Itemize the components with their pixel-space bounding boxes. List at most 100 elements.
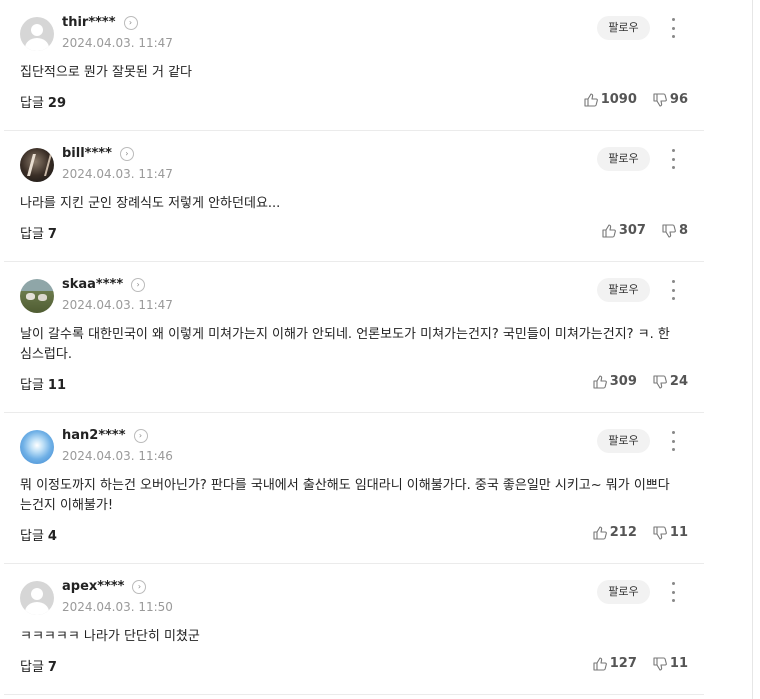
reply-button[interactable]: 답글 29 [20, 92, 66, 111]
chevron-right-icon[interactable]: › [119, 146, 134, 161]
comment-footer: 답글 4 212 11 [20, 523, 688, 545]
more-options-icon[interactable] [670, 18, 676, 38]
reply-count: 4 [47, 529, 57, 544]
username[interactable]: thir**** [62, 15, 116, 30]
dislike-button[interactable]: 24 [653, 374, 688, 389]
timestamp: 2024.04.03. 11:46 [62, 449, 173, 463]
comment-item: bill**** › 2024.04.03. 11:47 팔로우 나라를 지킨 … [4, 131, 704, 262]
chevron-right-icon[interactable]: › [131, 277, 146, 292]
follow-button[interactable]: 팔로우 [597, 16, 650, 40]
follow-button[interactable]: 팔로우 [597, 429, 650, 453]
thumbs-down-icon [653, 92, 667, 107]
vote-group: 127 11 [593, 656, 688, 671]
timestamp: 2024.04.03. 11:47 [62, 167, 173, 181]
dislike-button[interactable]: 8 [662, 223, 688, 238]
reply-label: 답글 [20, 378, 44, 393]
name-row: bill**** › [62, 146, 134, 161]
thumbs-down-icon [662, 223, 676, 238]
comment-text: 날이 갈수록 대한민국이 왜 이렇게 미쳐가는지 이해가 안되네. 언론보도가 … [20, 327, 670, 362]
vote-group: 309 24 [593, 374, 688, 389]
comment-footer: 답글 7 307 8 [20, 221, 688, 243]
thumbs-up-icon [602, 223, 616, 238]
username[interactable]: bill**** [62, 146, 112, 161]
like-button[interactable]: 1090 [584, 92, 637, 107]
dislike-count: 11 [669, 656, 688, 671]
dislike-button[interactable]: 96 [653, 92, 688, 107]
vote-group: 212 11 [593, 525, 688, 540]
name-row: thir**** › [62, 15, 138, 30]
dislike-button[interactable]: 11 [653, 525, 688, 540]
reply-button[interactable]: 답글 4 [20, 525, 57, 544]
right-divider [752, 0, 753, 699]
comment-item: thir**** › 2024.04.03. 11:47 팔로우 집단적으로 뭔… [4, 0, 704, 131]
avatar[interactable] [20, 581, 54, 615]
reply-count: 29 [47, 96, 67, 111]
vote-group: 1090 96 [584, 92, 688, 107]
name-row: skaa**** › [62, 277, 146, 292]
comment-item: skaa**** › 2024.04.03. 11:47 팔로우 날이 갈수록 … [4, 262, 704, 413]
reply-count: 11 [47, 378, 67, 393]
reply-button[interactable]: 답글 11 [20, 374, 66, 393]
comment-header: skaa**** › 2024.04.03. 11:47 팔로우 [20, 276, 688, 316]
more-options-icon[interactable] [670, 149, 676, 169]
thumbs-down-icon [653, 656, 667, 671]
chevron-right-icon[interactable]: › [133, 428, 148, 443]
reply-count: 7 [47, 227, 57, 242]
username[interactable]: skaa**** [62, 277, 123, 292]
reply-count: 7 [47, 660, 57, 675]
comment-list: thir**** › 2024.04.03. 11:47 팔로우 집단적으로 뭔… [4, 0, 704, 695]
name-row: apex**** › [62, 579, 147, 594]
like-count: 127 [609, 656, 637, 671]
more-options-icon[interactable] [670, 582, 676, 602]
comment-header: apex**** › 2024.04.03. 11:50 팔로우 [20, 578, 688, 618]
comment-footer: 답글 29 1090 96 [20, 90, 688, 112]
comment-item: han2**** › 2024.04.03. 11:46 팔로우 뭐 이정도까지… [4, 413, 704, 564]
like-button[interactable]: 212 [593, 525, 637, 540]
chevron-right-icon[interactable]: › [123, 15, 138, 30]
comment-text: 집단적으로 뭔가 잘못된 거 같다 [20, 65, 193, 80]
dislike-count: 24 [669, 374, 688, 389]
comment-footer: 답글 7 127 11 [20, 654, 688, 676]
like-button[interactable]: 309 [593, 374, 637, 389]
timestamp: 2024.04.03. 11:50 [62, 600, 173, 614]
like-count: 309 [609, 374, 637, 389]
like-count: 307 [618, 223, 646, 238]
comment-item: apex**** › 2024.04.03. 11:50 팔로우 ㅋㅋㅋㅋㅋ 나… [4, 564, 704, 695]
like-count: 1090 [600, 92, 637, 107]
like-button[interactable]: 307 [602, 223, 646, 238]
chevron-right-icon[interactable]: › [132, 579, 147, 594]
like-count: 212 [609, 525, 637, 540]
thumbs-up-icon [593, 656, 607, 671]
comment-header: bill**** › 2024.04.03. 11:47 팔로우 [20, 145, 688, 185]
follow-button[interactable]: 팔로우 [597, 580, 650, 604]
more-options-icon[interactable] [670, 431, 676, 451]
comment-header: han2**** › 2024.04.03. 11:46 팔로우 [20, 427, 688, 467]
comment-header: thir**** › 2024.04.03. 11:47 팔로우 [20, 14, 688, 54]
reply-button[interactable]: 답글 7 [20, 223, 57, 242]
name-row: han2**** › [62, 428, 148, 443]
thumbs-up-icon [593, 525, 607, 540]
follow-button[interactable]: 팔로우 [597, 278, 650, 302]
username[interactable]: apex**** [62, 579, 124, 594]
more-options-icon[interactable] [670, 280, 676, 300]
comment-text: ㅋㅋㅋㅋㅋ 나라가 단단히 미쳤군 [20, 629, 200, 644]
like-button[interactable]: 127 [593, 656, 637, 671]
thumbs-up-icon [584, 92, 598, 107]
dislike-count: 96 [669, 92, 688, 107]
timestamp: 2024.04.03. 11:47 [62, 298, 173, 312]
avatar[interactable] [20, 17, 54, 51]
dislike-count: 11 [669, 525, 688, 540]
dislike-count: 8 [678, 223, 688, 238]
follow-button[interactable]: 팔로우 [597, 147, 650, 171]
thumbs-up-icon [593, 374, 607, 389]
thumbs-down-icon [653, 525, 667, 540]
reply-button[interactable]: 답글 7 [20, 656, 57, 675]
reply-label: 답글 [20, 660, 44, 675]
avatar[interactable] [20, 430, 54, 464]
avatar[interactable] [20, 279, 54, 313]
username[interactable]: han2**** [62, 428, 126, 443]
reply-label: 답글 [20, 227, 44, 242]
vote-group: 307 8 [602, 223, 688, 238]
avatar[interactable] [20, 148, 54, 182]
dislike-button[interactable]: 11 [653, 656, 688, 671]
